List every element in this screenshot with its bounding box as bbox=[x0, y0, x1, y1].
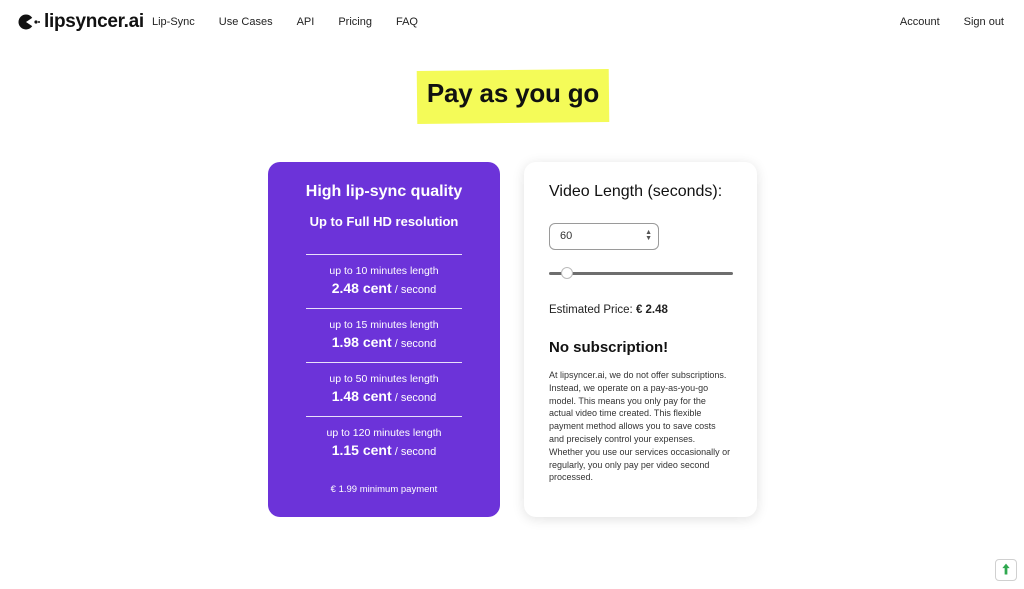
scroll-to-top-button[interactable] bbox=[995, 559, 1017, 581]
pricing-tier: up to 120 minutes length 1.15 cent / sec… bbox=[306, 416, 462, 458]
estimated-price-label: Estimated Price: bbox=[549, 304, 633, 316]
estimated-price-value: € 2.48 bbox=[635, 304, 668, 316]
tier-unit: / second bbox=[394, 446, 437, 458]
nav-link-lip-sync[interactable]: Lip-Sync bbox=[152, 16, 195, 28]
page-title: Pay as you go bbox=[426, 78, 600, 108]
top-navbar: lipsyncer.ai Lip-Sync Use Cases API Pric… bbox=[0, 0, 1024, 44]
video-length-label: Video Length (seconds): bbox=[549, 183, 723, 200]
stepper-arrows-icon[interactable]: ▲ ▼ bbox=[645, 229, 652, 242]
video-length-slider[interactable] bbox=[549, 272, 733, 275]
tier-price: 1.48 cent bbox=[331, 388, 392, 404]
tier-price: 1.15 cent bbox=[331, 442, 392, 458]
pricing-plan-card: High lip-sync quality Up to Full HD reso… bbox=[268, 162, 500, 517]
signout-link[interactable]: Sign out bbox=[964, 16, 1004, 28]
nav-link-pricing[interactable]: Pricing bbox=[338, 16, 372, 28]
brand-logo[interactable]: lipsyncer.ai bbox=[18, 11, 144, 33]
pricing-tier: up to 15 minutes length 1.98 cent / seco… bbox=[306, 308, 462, 350]
tier-length: up to 120 minutes length bbox=[326, 427, 442, 439]
tier-length: up to 15 minutes length bbox=[329, 319, 439, 331]
slider-thumb[interactable] bbox=[561, 267, 574, 279]
plan-title: High lip-sync quality bbox=[305, 183, 463, 200]
tier-length: up to 50 minutes length bbox=[329, 373, 439, 385]
nav-links: Lip-Sync Use Cases API Pricing FAQ bbox=[152, 16, 418, 28]
tier-price-row: 1.98 cent / second bbox=[306, 334, 462, 350]
tier-unit: / second bbox=[394, 338, 437, 350]
tier-price-row: 2.48 cent / second bbox=[306, 280, 462, 296]
pricing-tier: up to 10 minutes length 2.48 cent / seco… bbox=[306, 254, 462, 296]
tier-price-row: 1.48 cent / second bbox=[306, 388, 462, 404]
nav-link-faq[interactable]: FAQ bbox=[396, 16, 418, 28]
tier-unit: / second bbox=[394, 392, 437, 404]
pricing-tier: up to 50 minutes length 1.48 cent / seco… bbox=[306, 362, 462, 404]
no-subscription-text: At lipsyncer.ai, we do not offer subscri… bbox=[549, 370, 731, 483]
no-subscription-heading: No subscription! bbox=[549, 339, 669, 356]
tier-unit: / second bbox=[394, 284, 437, 296]
video-length-value: 60 bbox=[560, 230, 573, 242]
tier-price: 1.98 cent bbox=[331, 334, 392, 350]
nav-account-links: Account Sign out bbox=[900, 16, 1004, 28]
tier-length: up to 10 minutes length bbox=[329, 265, 439, 277]
plan-subtitle: Up to Full HD resolution bbox=[309, 214, 459, 229]
nav-link-api[interactable]: API bbox=[297, 16, 315, 28]
tier-price-row: 1.15 cent / second bbox=[306, 442, 462, 458]
video-length-input[interactable]: 60 ▲ ▼ bbox=[549, 223, 659, 250]
brand-name: lipsyncer.ai bbox=[44, 11, 144, 32]
lips-logo-icon bbox=[18, 14, 40, 30]
arrow-up-icon bbox=[1002, 563, 1010, 575]
price-calculator-card: Video Length (seconds): 60 ▲ ▼ Estimated … bbox=[524, 162, 757, 517]
estimated-price: Estimated Price: € 2.48 bbox=[549, 304, 668, 316]
account-link[interactable]: Account bbox=[900, 16, 940, 28]
minimum-payment: € 1.99 minimum payment bbox=[330, 484, 438, 495]
nav-link-use-cases[interactable]: Use Cases bbox=[219, 16, 273, 28]
tier-price: 2.48 cent bbox=[331, 280, 392, 296]
